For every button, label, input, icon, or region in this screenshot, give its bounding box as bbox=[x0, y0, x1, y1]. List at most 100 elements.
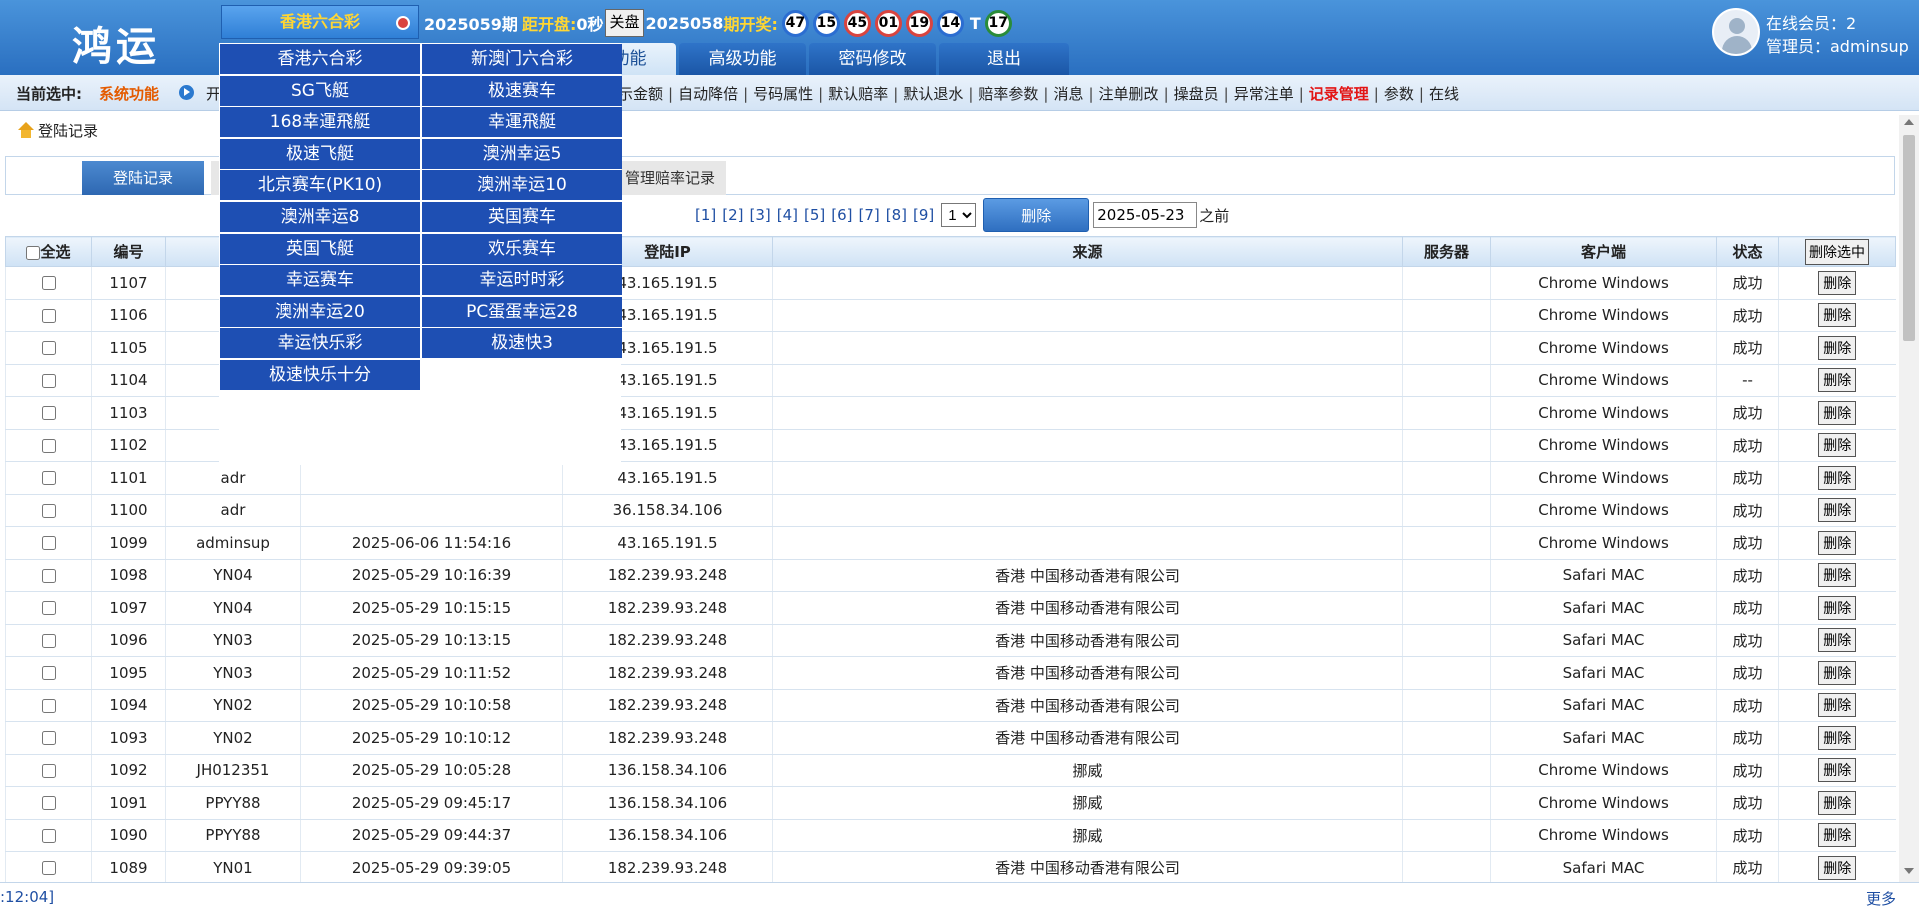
subnav-link[interactable]: 赔率参数 bbox=[978, 85, 1038, 103]
dropdown-item[interactable]: SG飞艇 bbox=[220, 75, 420, 106]
page-link[interactable]: [2] bbox=[722, 206, 743, 224]
subnav-link[interactable]: 号码属性 bbox=[753, 85, 813, 103]
row-checkbox[interactable] bbox=[41, 406, 56, 421]
dropdown-item[interactable]: 极速快3 bbox=[422, 328, 622, 359]
row-checkbox[interactable] bbox=[41, 373, 56, 388]
dropdown-item[interactable]: 北京赛车(PK10) bbox=[220, 170, 420, 201]
subnav-link[interactable]: 消息 bbox=[1053, 85, 1083, 103]
tab-login-records[interactable]: 登陆记录 bbox=[82, 161, 204, 195]
row-checkbox[interactable] bbox=[41, 503, 56, 518]
dropdown-item[interactable]: 幸运快乐彩 bbox=[220, 328, 420, 359]
page-link[interactable]: [7] bbox=[859, 206, 880, 224]
subnav-link[interactable]: 示金额 bbox=[618, 85, 663, 103]
close-market-button[interactable]: 关盘 bbox=[605, 9, 644, 37]
subnav-link[interactable]: 默认退水 bbox=[903, 85, 963, 103]
dropdown-item[interactable]: 香港六合彩 bbox=[220, 44, 420, 74]
delete-before-button[interactable]: 删除 bbox=[983, 198, 1090, 232]
row-delete-button[interactable]: 删除 bbox=[1818, 563, 1857, 588]
subnav-link[interactable]: 注单删改 bbox=[1099, 85, 1159, 103]
scroll-up-icon[interactable] bbox=[1904, 119, 1914, 125]
row-delete-button[interactable]: 删除 bbox=[1818, 660, 1857, 685]
row-delete-button[interactable]: 删除 bbox=[1818, 790, 1857, 815]
scroll-thumb[interactable] bbox=[1903, 135, 1915, 341]
row-checkbox[interactable] bbox=[41, 633, 56, 648]
nav-tab-3[interactable]: 高级功能 bbox=[679, 43, 806, 75]
row-checkbox[interactable] bbox=[41, 731, 56, 746]
page-link[interactable]: [6] bbox=[831, 206, 852, 224]
lottery-select[interactable]: 香港六合彩 bbox=[221, 5, 419, 39]
nav-tab-5[interactable]: 退出 bbox=[939, 43, 1069, 75]
row-checkbox[interactable] bbox=[41, 438, 56, 453]
row-checkbox[interactable] bbox=[41, 601, 56, 616]
row-checkbox[interactable] bbox=[41, 471, 56, 486]
row-delete-button[interactable]: 删除 bbox=[1818, 758, 1857, 783]
row-delete-button[interactable]: 删除 bbox=[1818, 270, 1857, 295]
dropdown-item[interactable]: 澳洲幸运5 bbox=[422, 138, 622, 169]
subnav-link[interactable]: 在线 bbox=[1429, 85, 1459, 103]
scroll-down-icon[interactable] bbox=[1904, 868, 1914, 874]
row-delete-button[interactable]: 删除 bbox=[1818, 335, 1857, 360]
page-link[interactable]: [3] bbox=[750, 206, 771, 224]
dropdown-item[interactable]: 极速快乐十分 bbox=[220, 360, 420, 390]
page-link[interactable]: [9] bbox=[913, 206, 934, 224]
dropdown-item[interactable]: 欢乐赛车 bbox=[422, 233, 622, 264]
row-delete-button[interactable]: 删除 bbox=[1818, 465, 1857, 490]
row-delete-button[interactable]: 删除 bbox=[1818, 855, 1857, 880]
row-delete-button[interactable]: 删除 bbox=[1818, 823, 1857, 848]
subnav-link[interactable]: 默认赔率 bbox=[828, 85, 888, 103]
page-select[interactable]: 1 bbox=[941, 203, 977, 227]
subnav-link[interactable]: 操盘员 bbox=[1174, 85, 1219, 103]
dropdown-item[interactable]: 澳洲幸运20 bbox=[220, 296, 420, 327]
dropdown-item[interactable]: 168幸運飛艇 bbox=[220, 107, 420, 138]
dropdown-item[interactable]: 英国飞艇 bbox=[220, 233, 420, 264]
row-checkbox[interactable] bbox=[41, 308, 56, 323]
dropdown-item[interactable]: 澳洲幸运10 bbox=[422, 170, 622, 201]
subnav-link[interactable]: 参数 bbox=[1384, 85, 1414, 103]
dropdown-item[interactable]: 幸运时时彩 bbox=[422, 265, 622, 296]
row-checkbox[interactable] bbox=[41, 828, 56, 843]
page-link[interactable]: [1] bbox=[695, 206, 716, 224]
row-delete-button[interactable]: 删除 bbox=[1818, 433, 1857, 458]
dropdown-item[interactable]: 英国赛车 bbox=[422, 202, 622, 232]
page-link[interactable]: [4] bbox=[777, 206, 798, 224]
row-delete-button[interactable]: 删除 bbox=[1818, 595, 1857, 620]
footer-more-link[interactable]: 更多 bbox=[1866, 888, 1896, 909]
row-checkbox[interactable] bbox=[41, 666, 56, 681]
subnav-link[interactable]: 异常注单 bbox=[1234, 85, 1294, 103]
subnav-link[interactable]: 记录管理 bbox=[1309, 85, 1369, 103]
dropdown-item[interactable]: 极速赛车 bbox=[422, 75, 622, 106]
row-delete-button[interactable]: 删除 bbox=[1818, 498, 1857, 523]
row-checkbox[interactable] bbox=[41, 536, 56, 551]
dropdown-item[interactable]: 幸運飛艇 bbox=[422, 107, 622, 138]
row-delete-button[interactable]: 删除 bbox=[1818, 530, 1857, 555]
row-delete-button[interactable]: 删除 bbox=[1818, 400, 1857, 425]
dropdown-item[interactable]: PC蛋蛋幸运28 bbox=[422, 296, 622, 327]
dropdown-item[interactable]: 幸运赛车 bbox=[220, 265, 420, 296]
row-checkbox[interactable] bbox=[41, 698, 56, 713]
page-scrollbar[interactable] bbox=[1899, 115, 1919, 882]
dropdown-item[interactable]: 澳洲幸运8 bbox=[220, 202, 420, 232]
row-delete-button[interactable]: 删除 bbox=[1818, 303, 1857, 328]
row-checkbox[interactable] bbox=[41, 341, 56, 356]
subnav-link[interactable]: 自动降倍 bbox=[678, 85, 738, 103]
row-delete-button[interactable]: 删除 bbox=[1818, 725, 1857, 750]
row-checkbox[interactable] bbox=[41, 763, 56, 778]
dropdown-item[interactable]: 极速飞艇 bbox=[220, 138, 420, 169]
dropdown-item[interactable]: 新澳门六合彩 bbox=[422, 44, 622, 74]
row-checkbox[interactable] bbox=[41, 796, 56, 811]
tab-odds-records[interactable]: 管理赔率记录 bbox=[614, 161, 726, 195]
row-delete-button[interactable]: 删除 bbox=[1818, 368, 1857, 393]
date-input[interactable] bbox=[1093, 202, 1198, 228]
page-link[interactable]: [5] bbox=[804, 206, 825, 224]
home-icon[interactable] bbox=[18, 122, 35, 138]
row-checkbox[interactable] bbox=[41, 276, 56, 291]
row-delete-button[interactable]: 删除 bbox=[1818, 693, 1857, 718]
delete-selected-button[interactable]: 删除选中 bbox=[1805, 238, 1869, 265]
row-checkbox[interactable] bbox=[41, 861, 56, 876]
nav-tab-4[interactable]: 密码修改 bbox=[809, 43, 936, 75]
page-link[interactable]: [8] bbox=[886, 206, 907, 224]
row-checkbox[interactable] bbox=[41, 568, 56, 583]
col-select-all[interactable]: 全选 bbox=[5, 236, 92, 267]
row-delete-button[interactable]: 删除 bbox=[1818, 628, 1857, 653]
select-all-checkbox[interactable] bbox=[26, 245, 41, 260]
